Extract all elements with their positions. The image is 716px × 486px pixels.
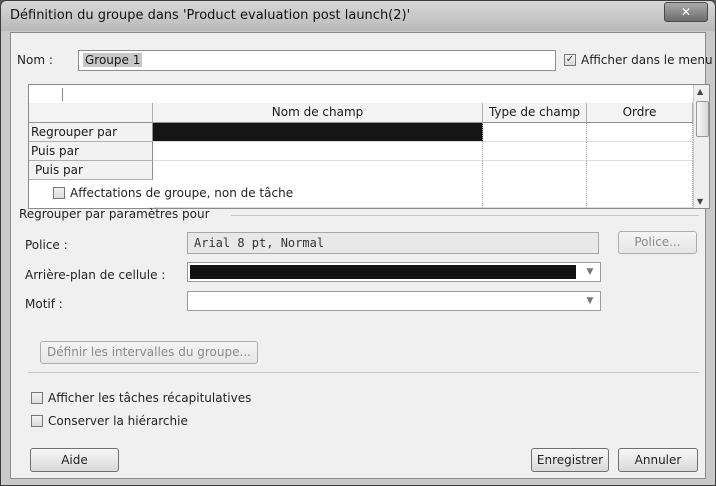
cell-background-label: Arrière-plan de cellule :	[25, 268, 166, 282]
show-in-menu-label: Afficher dans le menu	[581, 53, 713, 67]
scroll-down-icon[interactable]: ▼	[697, 197, 703, 206]
show-summary-tasks-checkbox[interactable]	[31, 392, 43, 404]
row-header-then-by-1[interactable]: Puis par	[29, 142, 153, 161]
chevron-down-icon[interactable]: ▼	[580, 263, 600, 281]
table-scrollbar[interactable]: ▲ ▼	[693, 85, 709, 208]
field-type-cell[interactable]	[483, 161, 587, 208]
font-value: Arial 8 pt, Normal	[194, 236, 325, 250]
column-header-field-type[interactable]: Type de champ	[483, 103, 587, 123]
cell-background-dropdown[interactable]: ▼	[187, 262, 601, 282]
column-header-field-name[interactable]: Nom de champ	[153, 103, 483, 123]
cell-background-swatch	[190, 265, 576, 279]
show-summary-tasks-label: Afficher les tâches récapitulatives	[48, 391, 252, 405]
name-field-value: Groupe 1	[83, 53, 143, 67]
assignment-groups-checkbox[interactable]	[53, 187, 65, 199]
show-in-menu-checkbox[interactable]: ✓	[564, 54, 576, 66]
check-icon: ✓	[565, 54, 575, 65]
row-header-then-by-2[interactable]: Puis par	[29, 161, 153, 180]
font-label: Police :	[25, 238, 68, 252]
column-header-order[interactable]: Ordre	[587, 103, 693, 123]
section-divider	[28, 372, 699, 373]
group-definition-dialog: Définition du groupe dans 'Product evalu…	[0, 0, 716, 486]
name-label: Nom :	[17, 53, 53, 67]
dialog-title: Définition du groupe dans 'Product evalu…	[10, 8, 411, 23]
keep-hierarchy-checkbox[interactable]	[31, 415, 43, 427]
field-edit-bar[interactable]	[29, 85, 693, 104]
pattern-label: Motif :	[25, 297, 63, 311]
settings-section-label: Regrouper par paramètres pour	[19, 207, 210, 221]
field-name-cell[interactable]	[153, 142, 483, 161]
order-cell[interactable]	[587, 161, 693, 208]
row-header-group-by[interactable]: Regrouper par	[29, 123, 153, 142]
field-type-cell[interactable]	[483, 123, 587, 142]
scroll-thumb[interactable]	[696, 101, 709, 137]
help-button[interactable]: Aide	[30, 448, 119, 472]
field-name-cell-selected[interactable]	[153, 123, 483, 142]
order-cell[interactable]	[587, 123, 693, 142]
save-button[interactable]: Enregistrer	[531, 448, 609, 472]
order-cell[interactable]	[587, 142, 693, 161]
define-intervals-button[interactable]: Définir les intervalles du groupe...	[40, 341, 258, 364]
corner-header	[29, 103, 153, 123]
font-button[interactable]: Police...	[618, 231, 697, 254]
keep-hierarchy-label: Conserver la hiérarchie	[48, 414, 188, 428]
scroll-up-icon[interactable]: ▲	[697, 87, 703, 96]
assignment-groups-label: Affectations de groupe, non de tâche	[70, 186, 294, 200]
name-field[interactable]: Groupe 1	[78, 50, 556, 71]
chevron-down-icon[interactable]: ▼	[580, 292, 600, 310]
dialog-body: Nom : Groupe 1 ✓ Afficher dans le menu N…	[10, 32, 713, 479]
close-icon[interactable]: ✕	[664, 2, 708, 22]
pattern-dropdown[interactable]: ▼	[187, 291, 601, 311]
cancel-button[interactable]: Annuler	[618, 448, 698, 472]
field-name-cell[interactable]	[153, 161, 483, 208]
section-divider	[231, 215, 699, 216]
field-type-cell[interactable]	[483, 142, 587, 161]
font-display: Arial 8 pt, Normal	[187, 232, 599, 254]
title-bar[interactable]: Définition du groupe dans 'Product evalu…	[1, 1, 715, 31]
